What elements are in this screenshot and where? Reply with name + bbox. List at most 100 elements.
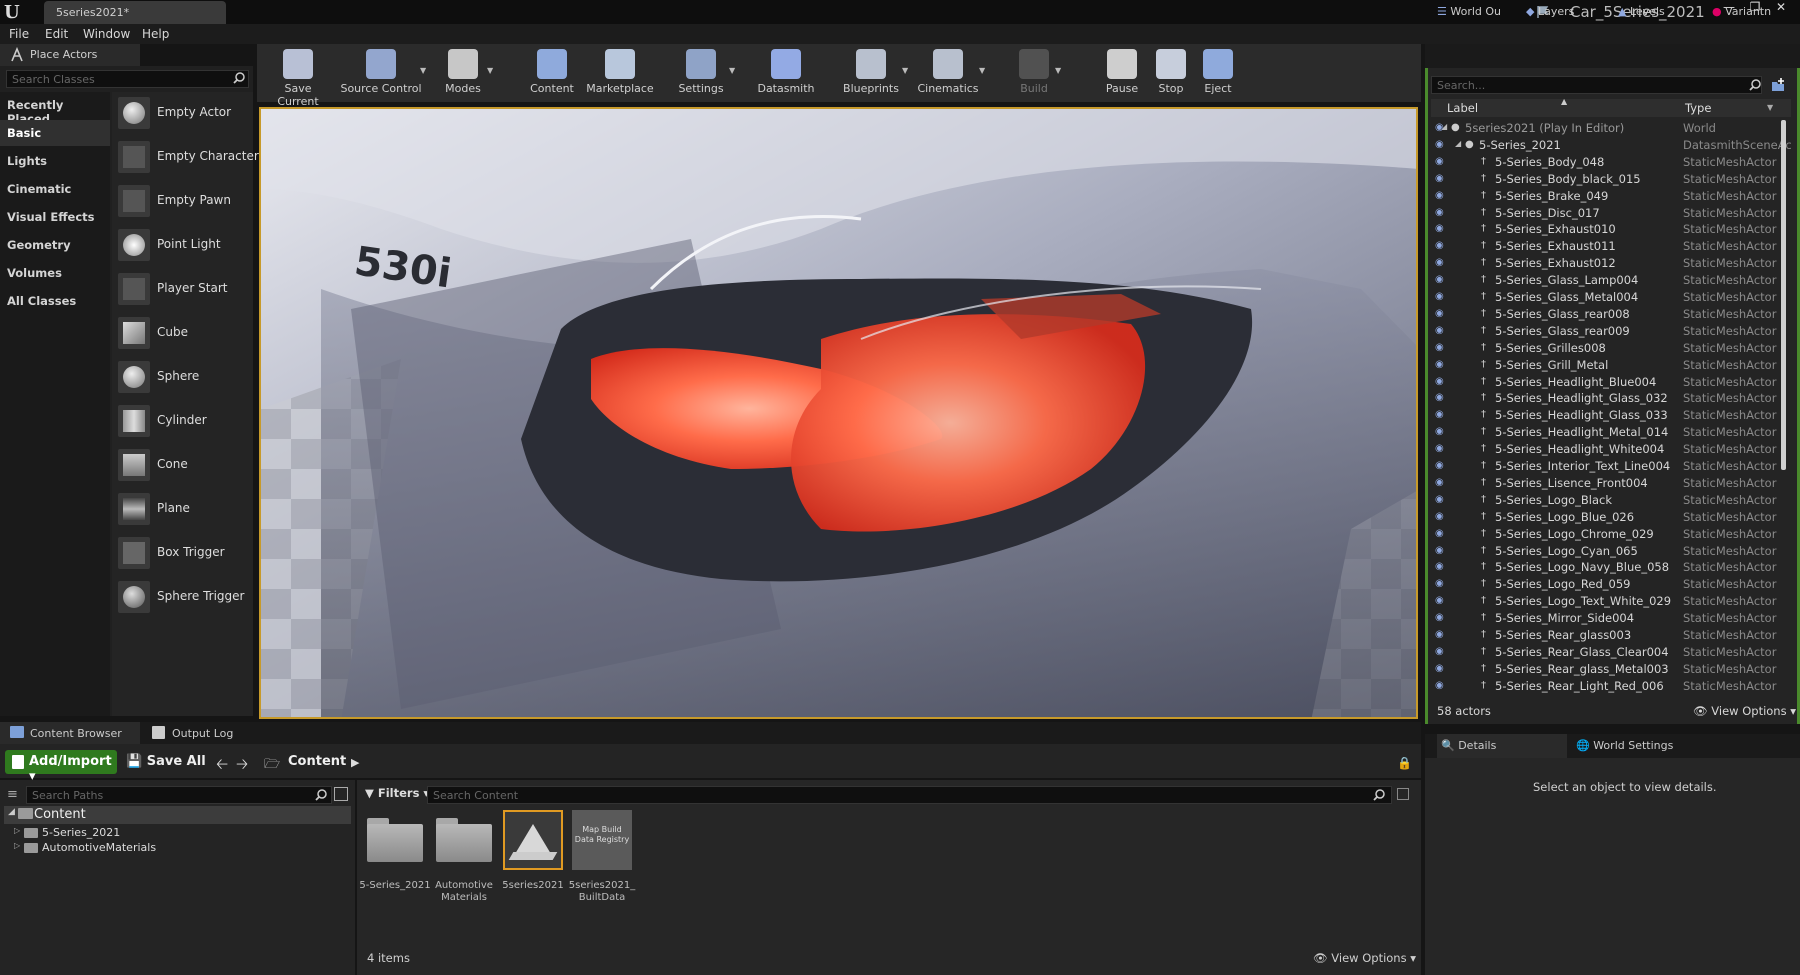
visibility-eye-icon[interactable]: ◉ — [1435, 139, 1449, 151]
outliner-row[interactable]: ◉ † 5-Series_Interior_Text_Line004 StaticMe… — [1431, 458, 1786, 475]
search-icon[interactable] — [314, 788, 328, 802]
visibility-eye-icon[interactable]: ◉ — [1435, 612, 1449, 624]
save-all-button[interactable]: 💾 Save All — [126, 754, 206, 769]
pause-button[interactable]: Pause — [1100, 44, 1144, 102]
visibility-eye-icon[interactable]: ◉ — [1435, 240, 1449, 252]
tab-world-settings[interactable]: 🌐 World Settings — [1572, 734, 1702, 758]
visibility-eye-icon[interactable]: ◉ — [1435, 308, 1449, 320]
filters-button[interactable]: ▼ Filters ▾ — [365, 786, 429, 800]
breadcrumb-arrow-icon[interactable]: ▶ — [351, 756, 359, 769]
source-control-button[interactable]: Source Control — [340, 44, 422, 102]
column-type[interactable]: Type — [1685, 101, 1711, 115]
actor-item-empty-pawn[interactable]: Empty Pawn — [112, 181, 253, 223]
menu-file[interactable]: File — [9, 27, 29, 41]
outliner-row[interactable]: ◉ † 5-Series_Exhaust011 StaticMeshActor — [1431, 238, 1786, 255]
collapse-sources-icon[interactable]: ≡ — [7, 787, 18, 802]
tab-variant-manager[interactable]: ● Variantn — [1712, 0, 1771, 24]
outliner-row[interactable]: ◉ † 5-Series_Headlight_Metal_014 StaticMesh… — [1431, 424, 1786, 441]
visibility-eye-icon[interactable]: ◉ — [1435, 595, 1449, 607]
visibility-eye-icon[interactable]: ◉ — [1435, 477, 1449, 489]
outliner-row[interactable]: ◉ † 5-Series_Logo_Red_059 StaticMeshActor — [1431, 576, 1786, 593]
outliner-row[interactable]: ◉ † 5-Series_Body_048 StaticMeshActor — [1431, 154, 1786, 171]
cinematics-button[interactable]: Cinematics — [915, 44, 981, 102]
outliner-row[interactable]: ◉ † 5-Series_Lisence_Front004 StaticMeshAct… — [1431, 475, 1786, 492]
search-icon[interactable] — [1372, 788, 1386, 802]
outliner-row[interactable]: ◉ † 5-Series_Glass_rear009 StaticMeshActor — [1431, 323, 1786, 340]
expand-arrow-icon[interactable]: ▷ — [14, 826, 20, 835]
outliner-row[interactable]: ◢ ◉ ● 5-Series_2021 DatasmithSceneAc — [1431, 137, 1792, 154]
search-classes-input[interactable]: Search Classes — [6, 70, 249, 88]
visibility-eye-icon[interactable]: ◉ — [1435, 257, 1449, 269]
outliner-row[interactable]: ◉ † 5-Series_Logo_Black StaticMeshActor — [1431, 492, 1786, 509]
outliner-row[interactable]: ◉ † 5-Series_Logo_Cyan_065 StaticMeshActor — [1431, 543, 1786, 560]
menu-help[interactable]: Help — [142, 27, 169, 41]
build-dropdown-icon[interactable]: ▼ — [1055, 66, 1065, 75]
tab-levels[interactable]: ▲ Levels — [1618, 0, 1665, 24]
outliner-scrollbar[interactable] — [1781, 120, 1786, 470]
actor-item-plane[interactable]: Plane — [112, 489, 253, 531]
stop-button[interactable]: Stop — [1151, 44, 1191, 102]
visibility-eye-icon[interactable]: ◉ — [1435, 156, 1449, 168]
visibility-eye-icon[interactable]: ◉ — [1435, 511, 1449, 523]
outliner-row[interactable]: ◉ † 5-Series_Rear_Light_Red_006 StaticMeshA… — [1431, 678, 1786, 695]
asset-5series2021[interactable]: 5series2021 — [502, 810, 564, 892]
tab-details[interactable]: 🔍 Details — [1437, 734, 1567, 758]
close-window-button[interactable]: ✕ — [1770, 0, 1792, 16]
actor-item-cube[interactable]: Cube — [112, 313, 253, 355]
outliner-row[interactable]: ◉ † 5-Series_Rear_glass_Metal003 StaticMesh… — [1431, 661, 1786, 678]
tree-item-5-series-2021[interactable]: ▷ 5-Series_2021 — [14, 826, 344, 841]
search-content-input[interactable]: Search Content — [427, 786, 1392, 804]
search-icon[interactable] — [232, 71, 246, 85]
datasmith-button[interactable]: Datasmith — [753, 44, 819, 102]
tab-layers[interactable]: ◆ Layers — [1526, 0, 1574, 24]
visibility-eye-icon[interactable]: ◉ — [1435, 122, 1449, 134]
search-icon[interactable] — [1748, 78, 1762, 92]
lock-icon[interactable]: 🔒 — [1397, 756, 1412, 770]
content-view-options-button[interactable]: 👁 View Options ▾ — [1313, 951, 1416, 965]
eject-button[interactable]: Eject — [1198, 44, 1238, 102]
settings-button[interactable]: Settings — [671, 44, 731, 102]
expand-arrow-icon[interactable]: ◢ — [8, 807, 15, 817]
visibility-eye-icon[interactable]: ◉ — [1435, 561, 1449, 573]
blueprints-button[interactable]: Blueprints — [838, 44, 904, 102]
actor-item-empty-character[interactable]: Empty Character — [112, 137, 259, 179]
category-visual-effects[interactable]: Visual Effects — [0, 204, 110, 230]
visibility-eye-icon[interactable]: ◉ — [1435, 207, 1449, 219]
outliner-row[interactable]: ◉ † 5-Series_Logo_Text_White_029 StaticMesh… — [1431, 593, 1786, 610]
visibility-eye-icon[interactable]: ◉ — [1435, 578, 1449, 590]
document-tab[interactable]: 5series2021* — [44, 1, 226, 24]
outliner-row[interactable]: ◉ † 5-Series_Headlight_Blue004 StaticMeshAc… — [1431, 374, 1786, 391]
source-control-dropdown-icon[interactable]: ▼ — [420, 66, 430, 75]
visibility-eye-icon[interactable]: ◉ — [1435, 409, 1449, 421]
visibility-eye-icon[interactable]: ◉ — [1435, 545, 1449, 557]
category-geometry[interactable]: Geometry — [0, 232, 110, 258]
outliner-row[interactable]: ◉ † 5-Series_Glass_rear008 StaticMeshActor — [1431, 306, 1786, 323]
outliner-row[interactable]: ◢ ◉ ● 5series2021 (Play In Editor) World — [1431, 120, 1786, 137]
cinematics-dropdown-icon[interactable]: ▼ — [979, 66, 989, 75]
marketplace-button[interactable]: Marketplace — [585, 44, 655, 102]
menu-edit[interactable]: Edit — [45, 27, 68, 41]
outliner-row[interactable]: ◉ † 5-Series_Rear_glass003 StaticMeshActor — [1431, 627, 1786, 644]
outliner-row[interactable]: ◉ † 5-Series_Logo_Navy_Blue_058 StaticMeshA… — [1431, 559, 1786, 576]
visibility-eye-icon[interactable]: ◉ — [1435, 342, 1449, 354]
tree-item-automotive-materials[interactable]: ▷ AutomotiveMaterials — [14, 841, 344, 856]
menu-window[interactable]: Window — [83, 27, 130, 41]
visibility-eye-icon[interactable]: ◉ — [1435, 291, 1449, 303]
category-volumes[interactable]: Volumes — [0, 260, 110, 286]
column-dropdown-icon[interactable]: ▼ — [1767, 103, 1773, 112]
actor-item-player-start[interactable]: Player Start — [112, 269, 253, 311]
forward-arrow-icon[interactable]: 🡢 — [236, 754, 248, 779]
outliner-row[interactable]: ◉ † 5-Series_Grilles008 StaticMeshActor — [1431, 340, 1786, 357]
asset-automotive-materials[interactable]: Automotive Materials — [434, 810, 494, 904]
visibility-eye-icon[interactable]: ◉ — [1435, 359, 1449, 371]
visibility-eye-icon[interactable]: ◉ — [1435, 325, 1449, 337]
view-list-icon[interactable] — [334, 787, 348, 801]
breadcrumb-content[interactable]: Content — [288, 754, 346, 769]
outliner-row[interactable]: ◉ † 5-Series_Headlight_Glass_032 StaticMesh… — [1431, 390, 1786, 407]
actor-item-sphere-trigger[interactable]: Sphere Trigger — [112, 577, 253, 619]
actor-item-cone[interactable]: Cone — [112, 445, 253, 487]
actor-item-sphere[interactable]: Sphere — [112, 357, 253, 399]
visibility-eye-icon[interactable]: ◉ — [1435, 392, 1449, 404]
outliner-row[interactable]: ◉ † 5-Series_Logo_Chrome_029 StaticMeshActo… — [1431, 526, 1786, 543]
save-search-icon[interactable] — [1397, 788, 1409, 800]
